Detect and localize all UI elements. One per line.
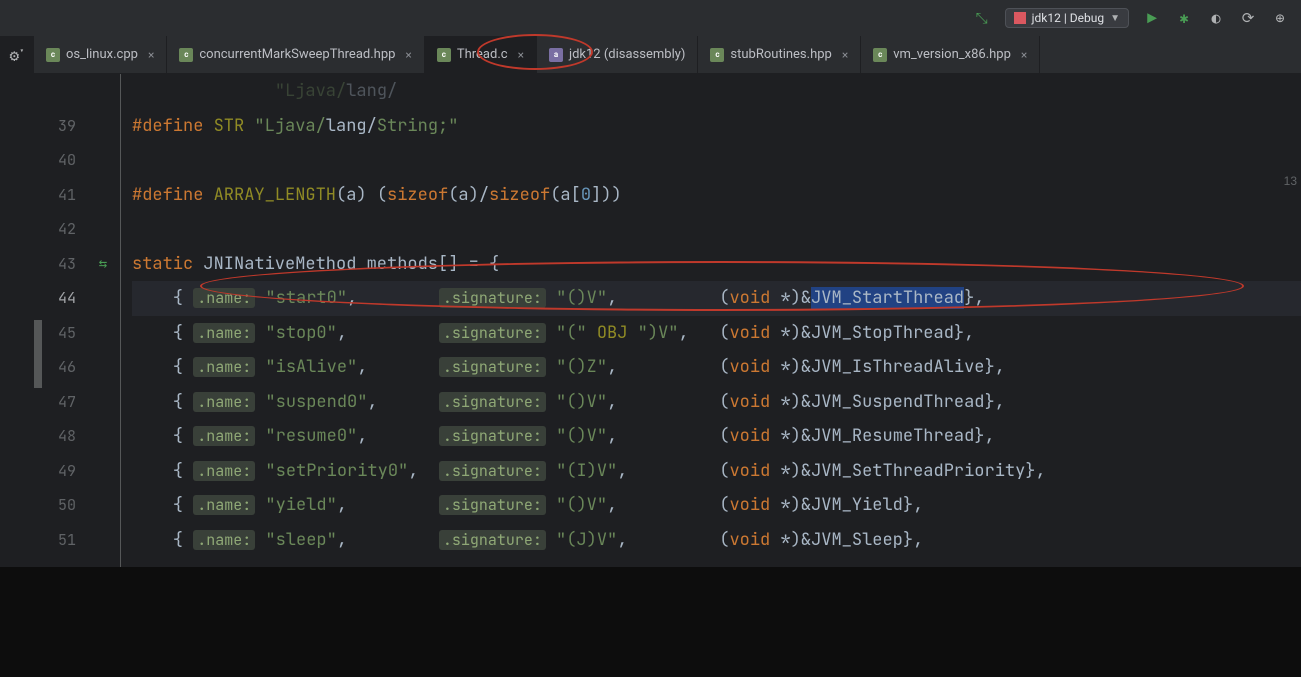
line-number: 47 [42,385,76,420]
c-file-icon: c [437,48,451,62]
code-line [132,212,1301,247]
line-number: 44 [42,281,76,316]
chevron-down-icon: ▼ [1110,13,1120,24]
line-number: 51 [42,523,76,558]
close-icon[interactable]: × [148,48,154,62]
tab-label: concurrentMarkSweepThread.hpp [199,47,395,62]
more-icon[interactable]: ⊕ [1271,9,1289,27]
code-line: #define STR "Ljava/lang/String;" [132,109,1301,144]
gear-icon[interactable]: ⚙▾ [9,45,24,66]
line-number: 39 [42,109,76,144]
code-line: { .name: "start0", .signature: "()V", (v… [132,281,1301,316]
run-config-label: jdk12 | Debug [1032,11,1104,25]
code-line: static JNINativeMethod methods[] = { [132,247,1301,282]
c-file-icon: c [179,48,193,62]
tab-stubroutines[interactable]: c stubRoutines.hpp × [698,36,861,73]
c-file-icon: c [46,48,60,62]
tab-thread-c[interactable]: c Thread.c × [425,36,537,73]
close-icon[interactable]: × [518,48,524,62]
line-number: 41 [42,178,76,213]
line-number: 40 [42,143,76,178]
debug-icon[interactable]: ✱ [1175,9,1193,27]
code-line: { .name: "yield", .signature: "()V", (vo… [132,488,1301,523]
tab-disassembly[interactable]: a jdk12 (disassembly) [537,36,698,73]
code-line: { .name: "suspend0", .signature: "()V", … [132,385,1301,420]
tab-vm-version[interactable]: c vm_version_x86.hpp × [861,36,1040,73]
coverage-icon[interactable]: ◐ [1207,9,1225,27]
tab-label: vm_version_x86.hpp [893,47,1011,62]
build-icon[interactable]: ⤡ [973,9,991,27]
line-number: 42 [42,212,76,247]
run-configuration-selector[interactable]: jdk12 | Debug ▼ [1005,8,1129,28]
top-toolbar: ⤡ jdk12 | Debug ▼ ▶ ✱ ◐ ⟳ ⊕ [0,0,1301,36]
code-line: { .name: "resume0", .signature: "()V", (… [132,419,1301,454]
tab-cms-thread[interactable]: c concurrentMarkSweepThread.hpp × [167,36,424,73]
c-file-icon: c [873,48,887,62]
line-number: 43 [42,247,76,282]
code-line: "Ljava/lang/ [132,74,1301,109]
line-number: 45 [42,316,76,351]
run-icon[interactable]: ▶ [1143,9,1161,27]
code-line: { .name: "isAlive", .signature: "()Z", (… [132,350,1301,385]
line-number: 48 [42,419,76,454]
editor-tabs: c os_linux.cpp × c concurrentMarkSweepTh… [34,36,1301,74]
column-indicator: 13 [1284,164,1297,199]
left-gutter-strip: ⚙▾ [0,36,34,74]
line-number: 50 [42,488,76,523]
tab-label: Thread.c [457,47,508,62]
line-number [42,74,76,109]
code-line: #define ARRAY_LENGTH(a) (sizeof(a)/sizeo… [132,178,1301,213]
status-bar [0,567,1301,677]
close-icon[interactable]: × [842,48,848,62]
close-icon[interactable]: × [1021,48,1027,62]
code-line: { .name: "stop0", .signature: "(" OBJ ")… [132,316,1301,351]
vcs-change-icon[interactable]: ⇆ [99,247,107,282]
close-icon[interactable]: × [405,48,411,62]
code-line: { .name: "sleep", .signature: "(J)V", (v… [132,523,1301,558]
tab-label: stubRoutines.hpp [730,47,831,62]
scrollbar-marker [34,320,42,388]
profile-icon[interactable]: ⟳ [1239,9,1257,27]
config-icon [1014,12,1026,24]
code-line: { .name: "setPriority0", .signature: "(I… [132,454,1301,489]
tab-label: jdk12 (disassembly) [569,47,685,62]
line-number: 49 [42,454,76,489]
tab-os-linux[interactable]: c os_linux.cpp × [34,36,167,73]
c-file-icon: c [710,48,724,62]
tab-label: os_linux.cpp [66,47,138,62]
code-line [132,143,1301,178]
line-number: 46 [42,350,76,385]
asm-file-icon: a [549,48,563,62]
